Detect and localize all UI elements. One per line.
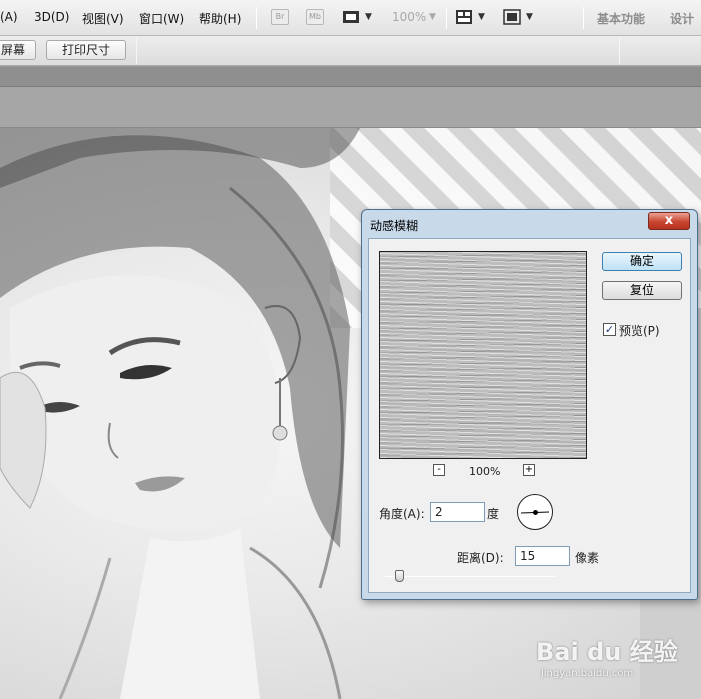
distance-label: 距离(D): xyxy=(457,551,504,565)
zoom-in-button[interactable]: + xyxy=(523,464,535,476)
zoom-level[interactable]: 100% xyxy=(392,10,426,24)
watermark-url: jingyan.baidu.com xyxy=(541,668,634,679)
menu-analysis[interactable]: (A) xyxy=(0,10,18,24)
angle-label: 角度(A): xyxy=(379,507,425,521)
document-tab-area xyxy=(0,87,701,128)
menu-help[interactable]: 帮助(H) xyxy=(199,10,241,27)
chevron-down-icon[interactable]: ▼ xyxy=(429,12,436,22)
options-bar: 屏幕 打印尺寸 xyxy=(0,36,701,66)
motion-blur-dialog: 动感模糊 x - 100% + 确定 复位 ✓ 预览(P) 角度(A): 2 度… xyxy=(361,209,698,600)
distance-unit: 像素 xyxy=(575,551,600,565)
workspace-design[interactable]: 设计 xyxy=(670,10,694,27)
menu-separator xyxy=(583,7,584,29)
zoom-out-button[interactable]: - xyxy=(433,464,445,476)
reset-button[interactable]: 复位 xyxy=(602,281,682,300)
preview-window[interactable] xyxy=(379,251,587,459)
distance-slider-thumb[interactable] xyxy=(395,570,404,582)
minibridge-button[interactable]: Mb xyxy=(306,9,324,25)
preview-zoom-percent: 100% xyxy=(469,465,501,478)
panel-dock-strip xyxy=(0,67,701,87)
menu-separator xyxy=(256,7,257,29)
options-separator xyxy=(619,38,620,64)
dialog-title: 动感模糊 xyxy=(370,219,419,233)
preview-checkbox[interactable]: ✓ xyxy=(603,323,616,336)
chevron-down-icon[interactable]: ▼ xyxy=(526,12,533,22)
close-icon[interactable]: x xyxy=(648,212,690,230)
distance-slider-track[interactable] xyxy=(385,576,555,577)
menu-window[interactable]: 窗口(W) xyxy=(139,10,184,27)
menu-separator xyxy=(446,7,447,29)
bridge-button[interactable]: Br xyxy=(271,9,289,25)
frame-icon[interactable] xyxy=(342,9,360,25)
chevron-down-icon[interactable]: ▼ xyxy=(478,12,485,22)
chevron-down-icon[interactable]: ▼ xyxy=(365,12,372,22)
angle-dial-icon[interactable] xyxy=(517,494,553,530)
print-size-button[interactable]: 打印尺寸 xyxy=(46,40,126,60)
angle-dial-center xyxy=(533,510,538,515)
dialog-body: - 100% + 确定 复位 ✓ 预览(P) 角度(A): 2 度 距离(D):… xyxy=(368,238,691,593)
options-separator xyxy=(136,38,137,64)
screen-mode-icon[interactable] xyxy=(503,9,521,25)
angle-unit: 度 xyxy=(487,507,500,521)
fill-screen-button[interactable]: 屏幕 xyxy=(0,40,36,60)
watermark-logo: Bai du 经验 xyxy=(536,638,678,666)
menu-view[interactable]: 视图(V) xyxy=(82,10,124,27)
menu-bar: (A) 3D(D) 视图(V) 窗口(W) 帮助(H) Br Mb ▼ 100%… xyxy=(0,0,701,36)
menu-3d[interactable]: 3D(D) xyxy=(34,10,69,24)
workspace-essentials[interactable]: 基本功能 xyxy=(597,10,645,27)
arrange-icon[interactable] xyxy=(455,9,473,25)
distance-input[interactable]: 15 xyxy=(515,546,570,566)
preview-checkbox-label: 预览(P) xyxy=(619,324,660,338)
angle-input[interactable]: 2 xyxy=(430,502,485,522)
ok-button[interactable]: 确定 xyxy=(602,252,682,271)
